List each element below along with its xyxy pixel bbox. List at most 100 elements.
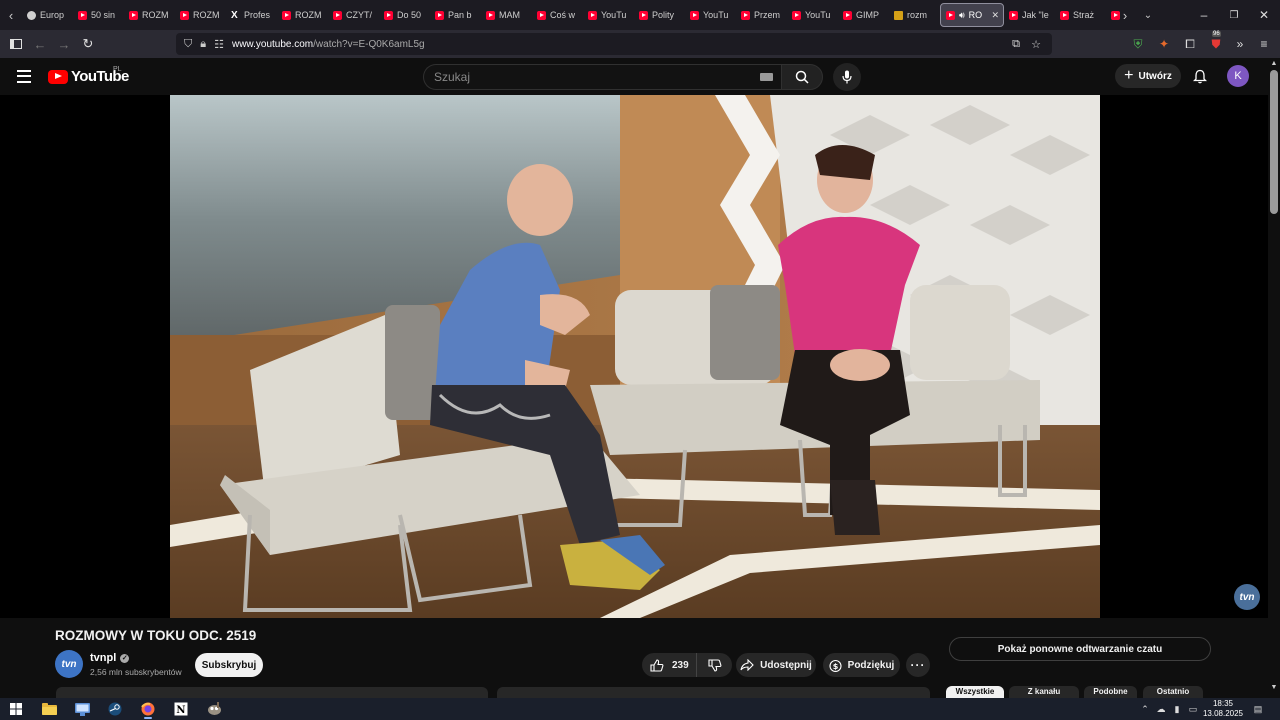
- browser-tab[interactable]: ROZM: [124, 3, 175, 27]
- browser-tab-active[interactable]: 🔊︎ RO ✕: [940, 3, 1004, 27]
- browser-tab[interactable]: X Profes: [226, 3, 277, 27]
- reload-icon[interactable]: ↻: [76, 32, 100, 56]
- tray-overflow-icon[interactable]: ⌃: [1138, 701, 1152, 717]
- search-input[interactable]: Szukaj: [423, 64, 781, 90]
- close-tab-icon[interactable]: ✕: [991, 10, 999, 21]
- browser-tab-label: RO: [968, 10, 983, 20]
- share-button[interactable]: Udostępnij: [736, 653, 816, 677]
- list-all-tabs-icon[interactable]: ⌄: [1137, 0, 1159, 30]
- url-text[interactable]: www.youtube.com/watch?v=E-Q0K6amL5g: [232, 39, 425, 50]
- chip-recent[interactable]: Ostatnio: [1143, 686, 1203, 698]
- search-icon: [795, 70, 809, 84]
- picture-in-picture-icon[interactable]: ⧉: [1006, 34, 1026, 54]
- share-label: Udostępnij: [760, 659, 812, 671]
- browser-tab[interactable]: Polity: [634, 3, 685, 27]
- channel-name[interactable]: tvnpl ✓: [90, 652, 130, 664]
- guide-menu-icon[interactable]: [14, 66, 34, 86]
- channel-avatar[interactable]: tvn: [55, 650, 83, 678]
- browser-tab-label: ROZM: [295, 10, 322, 20]
- restore-icon[interactable]: ❐: [1217, 0, 1251, 30]
- tab-scroll-left-icon[interactable]: ‹: [0, 0, 22, 30]
- firefox-icon[interactable]: [134, 699, 162, 719]
- browser-tab[interactable]: rozm: [889, 3, 940, 27]
- youtube-icon: [588, 10, 597, 20]
- browser-tab-label: Europ: [40, 10, 65, 20]
- steam-icon[interactable]: [101, 699, 129, 719]
- create-button[interactable]: + Utwórz: [1115, 64, 1181, 88]
- browser-tab[interactable]: Europ: [22, 3, 73, 27]
- browser-tab[interactable]: Coś w: [532, 3, 583, 27]
- channel-watermark[interactable]: tvn: [1234, 584, 1260, 610]
- shield-extension-icon[interactable]: ⛨: [1128, 34, 1148, 54]
- search-button[interactable]: [781, 64, 823, 90]
- sidebar-toggle-icon[interactable]: [4, 32, 28, 56]
- browser-tab[interactable]: YouTu: [583, 3, 634, 27]
- notification-center-icon[interactable]: ▤: [1251, 701, 1265, 717]
- extensions-puzzle-icon[interactable]: ⧠: [1180, 34, 1200, 54]
- page-scrollbar[interactable]: ▲ ▼: [1268, 58, 1280, 698]
- browser-tab[interactable]: Przem: [736, 3, 787, 27]
- show-chat-replay-button[interactable]: Pokaż ponowne odtwarzanie czatu: [949, 637, 1211, 661]
- browser-tab[interactable]: CZYT/: [328, 3, 379, 27]
- chip-related[interactable]: Podobne: [1084, 686, 1137, 698]
- browser-tab[interactable]: Pan b: [430, 3, 481, 27]
- subscribe-button[interactable]: Subskrybuj: [195, 653, 263, 677]
- like-button[interactable]: 239: [642, 653, 697, 677]
- scroll-down-icon[interactable]: ▼: [1268, 682, 1280, 692]
- browser-tab[interactable]: Do 50: [379, 3, 430, 27]
- tracking-shield-icon[interactable]: ⛉: [184, 38, 192, 51]
- more-actions-button[interactable]: ···: [906, 653, 930, 677]
- super-thanks-icon: $: [829, 659, 842, 672]
- overflow-menu-icon[interactable]: »: [1230, 34, 1250, 54]
- browser-tab[interactable]: Straż: [1055, 3, 1106, 27]
- dislike-button[interactable]: [697, 653, 732, 677]
- file-explorer-icon[interactable]: [35, 699, 63, 719]
- browser-tab[interactable]: ROZM: [277, 3, 328, 27]
- clock-date: 13.08.2025: [1202, 709, 1244, 718]
- browser-tab[interactable]: 50 sin: [73, 3, 124, 27]
- permissions-icon[interactable]: ☷: [214, 38, 224, 51]
- network-icon[interactable]: ▭: [1186, 701, 1200, 717]
- video-player[interactable]: [170, 95, 1100, 618]
- video-title: ROZMOWY W TOKU ODC. 2519: [55, 628, 257, 643]
- account-avatar[interactable]: K: [1227, 65, 1249, 87]
- browser-tab[interactable]: ROZM: [175, 3, 226, 27]
- keyboard-icon[interactable]: [760, 73, 773, 81]
- voice-search-button[interactable]: [833, 63, 861, 91]
- youtube-icon: [282, 10, 291, 20]
- onedrive-cloud-icon[interactable]: ☁: [1154, 701, 1168, 717]
- tab-audio-speaker-icon[interactable]: 🔊︎: [959, 10, 965, 21]
- chip-all[interactable]: Wszystkie: [946, 686, 1004, 698]
- close-window-icon[interactable]: ✕: [1247, 0, 1280, 30]
- comment-box[interactable]: [497, 687, 930, 698]
- browser-tab[interactable]: GIMP: [838, 3, 889, 27]
- notion-icon[interactable]: N: [167, 699, 195, 719]
- fox-extension-icon[interactable]: ✦: [1154, 34, 1174, 54]
- ublock-extension-icon[interactable]: ⛊ 96: [1206, 31, 1226, 54]
- notifications-bell-icon[interactable]: [1190, 66, 1210, 86]
- bookmark-star-icon[interactable]: ☆: [1026, 34, 1046, 54]
- minimize-icon[interactable]: –: [1187, 0, 1221, 30]
- app-menu-icon[interactable]: ≡: [1254, 34, 1274, 54]
- forward-icon[interactable]: →: [52, 32, 76, 56]
- browser-tab[interactable]: YouTu: [685, 3, 736, 27]
- browser-tab-label: CZYT/: [346, 10, 372, 20]
- security-icon[interactable]: ▮: [1170, 701, 1184, 717]
- scrollbar-thumb[interactable]: [1270, 70, 1278, 214]
- taskbar-clock[interactable]: 18:35 13.08.2025: [1202, 699, 1244, 719]
- browser-tab[interactable]: YouTu: [787, 3, 838, 27]
- browser-tab[interactable]: MAM: [481, 3, 532, 27]
- remote-desktop-icon[interactable]: [68, 699, 96, 719]
- scroll-up-icon[interactable]: ▲: [1268, 58, 1280, 68]
- description-box[interactable]: [56, 687, 488, 698]
- windows-start-icon[interactable]: [2, 699, 30, 719]
- chip-from-channel[interactable]: Z kanału: [1009, 686, 1079, 698]
- lock-icon[interactable]: 🔒︎: [200, 38, 206, 51]
- back-icon[interactable]: ←: [28, 32, 52, 56]
- browser-tab-label: MAM: [499, 10, 520, 20]
- browser-tab[interactable]: Jak "le: [1004, 3, 1055, 27]
- url-bar[interactable]: ⛉ 🔒︎ ☷ www.youtube.com/watch?v=E-Q0K6amL…: [176, 33, 1052, 55]
- gimp-icon[interactable]: [200, 699, 228, 719]
- thanks-button[interactable]: $ Podziękuj: [823, 653, 900, 677]
- tab-scroll-right-icon[interactable]: ›: [1114, 0, 1136, 30]
